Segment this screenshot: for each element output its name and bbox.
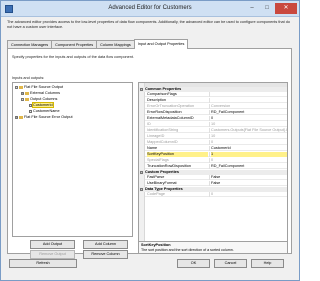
property-name: SpecialFlags xyxy=(147,158,169,162)
property-name: ID xyxy=(147,122,151,126)
folder-icon xyxy=(19,115,23,119)
property-value[interactable]: RD_FailComponent xyxy=(211,110,287,115)
tree-item-label: CustomerId xyxy=(32,102,54,108)
property-value[interactable]: Conversion xyxy=(211,104,287,109)
property-name: ExternalMetadataColumnID xyxy=(147,116,194,120)
property-value[interactable]: RD_FailComponent xyxy=(211,164,287,169)
expand-icon[interactable]: + xyxy=(15,115,18,119)
property-value[interactable]: 0 xyxy=(211,140,287,145)
property-name: ErrorRowDisposition xyxy=(147,110,182,114)
collapse-icon[interactable]: - xyxy=(140,87,143,91)
tree-item-label: CustomerName xyxy=(33,109,60,113)
tree-item-label: Output Columns xyxy=(30,97,58,101)
property-value[interactable]: Customers.Outputs[Flat File Source Outpu… xyxy=(211,128,287,133)
property-row[interactable]: Description xyxy=(145,98,287,103)
tree-item-customerid[interactable]: CustomerId xyxy=(29,102,54,108)
property-grid[interactable]: - Common Properties ComparisonFlags Descr… xyxy=(138,82,288,242)
property-value[interactable]: 10 xyxy=(211,134,287,139)
property-name: TruncationRowDisposition xyxy=(147,164,191,168)
cancel-button[interactable]: Cancel xyxy=(214,259,247,268)
collapse-icon[interactable]: - xyxy=(15,85,18,89)
tree-item-flat-file-source-error-output[interactable]: + Flat File Source Error Output xyxy=(15,115,73,120)
collapse-icon[interactable]: - xyxy=(140,187,143,191)
remove-output-button[interactable]: Remove Output xyxy=(30,250,75,259)
property-help-box: SortKeyPosition The sort position and th… xyxy=(138,242,288,254)
inputs-outputs-tree[interactable]: - Flat File Source Output + External Colum… xyxy=(12,82,133,237)
tab-input-output-properties[interactable]: Input and Output Properties xyxy=(133,39,189,49)
inputs-outputs-label: Inputs and outputs: xyxy=(12,76,45,80)
property-value[interactable]: 10 xyxy=(211,122,287,127)
tree-item-output-columns[interactable]: - Output Columns xyxy=(21,97,57,102)
help-text: The sort position and the sort direction… xyxy=(141,248,234,252)
help-button[interactable]: Help xyxy=(251,259,284,268)
property-row[interactable]: ComparisonFlags xyxy=(145,92,287,97)
property-row-sortkeyposition[interactable]: SortKeyPosition 1 xyxy=(145,152,287,157)
property-name: ErrorOrTruncationOperation xyxy=(147,104,195,108)
category-label: Common Properties xyxy=(145,87,182,91)
property-row[interactable]: UseBinaryFormat False xyxy=(145,181,287,186)
close-button[interactable]: ✕ xyxy=(275,3,297,14)
input-output-panel: Specify properties for the inputs and ou… xyxy=(7,48,292,259)
property-row[interactable]: IdentificationString Customers.Outputs[Fl… xyxy=(145,128,287,133)
property-name: Name xyxy=(147,146,158,150)
ok-button[interactable]: OK xyxy=(177,259,210,268)
property-value[interactable]: 1 xyxy=(211,152,287,157)
window-controls: – □ ✕ xyxy=(245,3,297,14)
property-name: IdentificationString xyxy=(147,128,179,132)
title-bar: Advanced Editor for Customers – □ ✕ xyxy=(1,1,299,17)
tree-item-label: Flat File Source Error Output xyxy=(24,115,73,119)
property-name: ComparisonFlags xyxy=(147,92,177,96)
expand-icon[interactable]: + xyxy=(21,91,24,95)
property-row[interactable]: Name CustomerId xyxy=(145,146,287,151)
property-row[interactable]: TruncationRowDisposition RD_FailComponent xyxy=(145,164,287,169)
add-column-button[interactable]: Add Column xyxy=(83,240,128,249)
maximize-button[interactable]: □ xyxy=(260,3,274,14)
property-name: MappedColumnID xyxy=(147,140,178,144)
tree-item-label: Flat File Source Output xyxy=(24,85,64,89)
tree-item-flat-file-source-output[interactable]: - Flat File Source Output xyxy=(15,85,63,90)
property-value[interactable]: 0 xyxy=(211,158,287,163)
property-name: Description xyxy=(147,98,166,102)
remove-column-button[interactable]: Remove Column xyxy=(83,250,128,259)
property-name: CodePage xyxy=(147,192,165,196)
folder-icon xyxy=(19,85,23,89)
property-row[interactable]: FastParse False xyxy=(145,175,287,180)
property-name: FastParse xyxy=(147,175,165,179)
column-icon xyxy=(29,103,32,107)
collapse-icon[interactable]: - xyxy=(140,170,143,174)
tree-item-customername[interactable]: CustomerName xyxy=(29,109,60,114)
property-row[interactable]: MappedColumnID 0 xyxy=(145,140,287,145)
tree-item-external-columns[interactable]: + External Columns xyxy=(21,91,60,96)
property-row[interactable]: ExternalMetadataColumnID 0 xyxy=(145,116,287,121)
property-row[interactable]: SpecialFlags 0 xyxy=(145,158,287,163)
category-label: Data Type Properties xyxy=(145,187,183,191)
property-value[interactable]: 0 xyxy=(211,192,287,197)
folder-icon xyxy=(25,97,29,101)
property-row[interactable]: ErrorOrTruncationOperation Conversion xyxy=(145,104,287,109)
advanced-editor-window: Advanced Editor for Customers – □ ✕ The … xyxy=(0,0,300,281)
category-label: Custom Properties xyxy=(145,170,179,174)
refresh-button[interactable]: Refresh xyxy=(9,259,77,268)
editor-description: The advanced editor provides access to t… xyxy=(7,20,290,29)
column-icon xyxy=(29,109,32,113)
property-name: LineageID xyxy=(147,134,165,138)
add-output-button[interactable]: Add Output xyxy=(30,240,75,249)
property-name: SortKeyPosition xyxy=(147,152,208,157)
property-value[interactable]: False xyxy=(211,181,287,186)
tree-item-label: External Columns xyxy=(30,91,60,95)
folder-icon xyxy=(25,91,29,95)
minimize-button[interactable]: – xyxy=(245,3,259,14)
property-row[interactable]: ErrorRowDisposition RD_FailComponent xyxy=(145,110,287,115)
property-value[interactable]: False xyxy=(211,175,287,180)
property-value[interactable]: 0 xyxy=(211,116,287,121)
property-row[interactable]: CodePage 0 xyxy=(145,192,287,197)
property-value[interactable]: CustomerId xyxy=(211,146,287,151)
property-row[interactable]: LineageID 10 xyxy=(145,134,287,139)
property-row[interactable]: ID 10 xyxy=(145,122,287,127)
collapse-icon[interactable]: - xyxy=(21,97,24,101)
help-title: SortKeyPosition xyxy=(141,243,171,247)
property-name: UseBinaryFormat xyxy=(147,181,177,185)
panel-description: Specify properties for the inputs and ou… xyxy=(12,55,134,59)
